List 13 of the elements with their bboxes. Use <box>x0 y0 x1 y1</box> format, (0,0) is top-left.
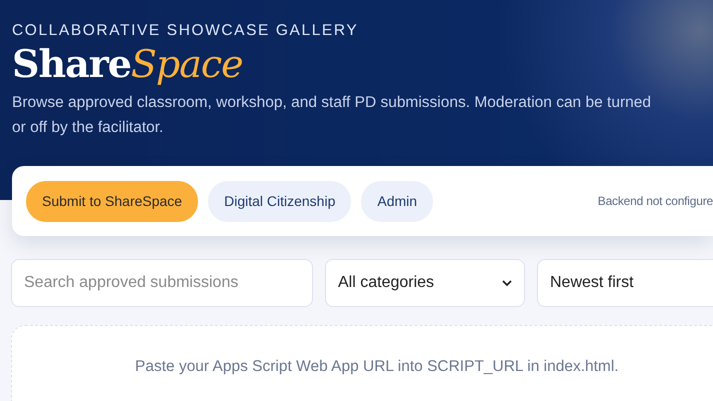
chevron-down-icon <box>502 280 512 286</box>
description-text: Browse approved classroom, workshop, and staff PD submissions. Moderation can be turned <box>12 93 652 113</box>
nav-button[interactable]: Submit to ShareSpace <box>26 180 198 222</box>
nav-button[interactable]: Digital Citizenship <box>208 180 352 222</box>
status-text: Backend not configure <box>598 194 713 208</box>
eyebrow-text: COLLABORATIVE SHOWCASE GALLERY <box>12 22 360 40</box>
nav-button[interactable]: Admin <box>361 180 434 222</box>
app-title: ShareSpace <box>12 42 244 86</box>
search-field[interactable]: Search approved submissions <box>11 259 313 307</box>
sort-dropdown[interactable]: Newest first <box>537 259 713 307</box>
description-text: or off by the facilitator. <box>12 118 164 138</box>
category-dropdown[interactable]: All categories <box>325 259 525 307</box>
empty-state-message: Paste your Apps Script Web App URL into SCRIPT_URL in index.html. <box>134 358 620 376</box>
